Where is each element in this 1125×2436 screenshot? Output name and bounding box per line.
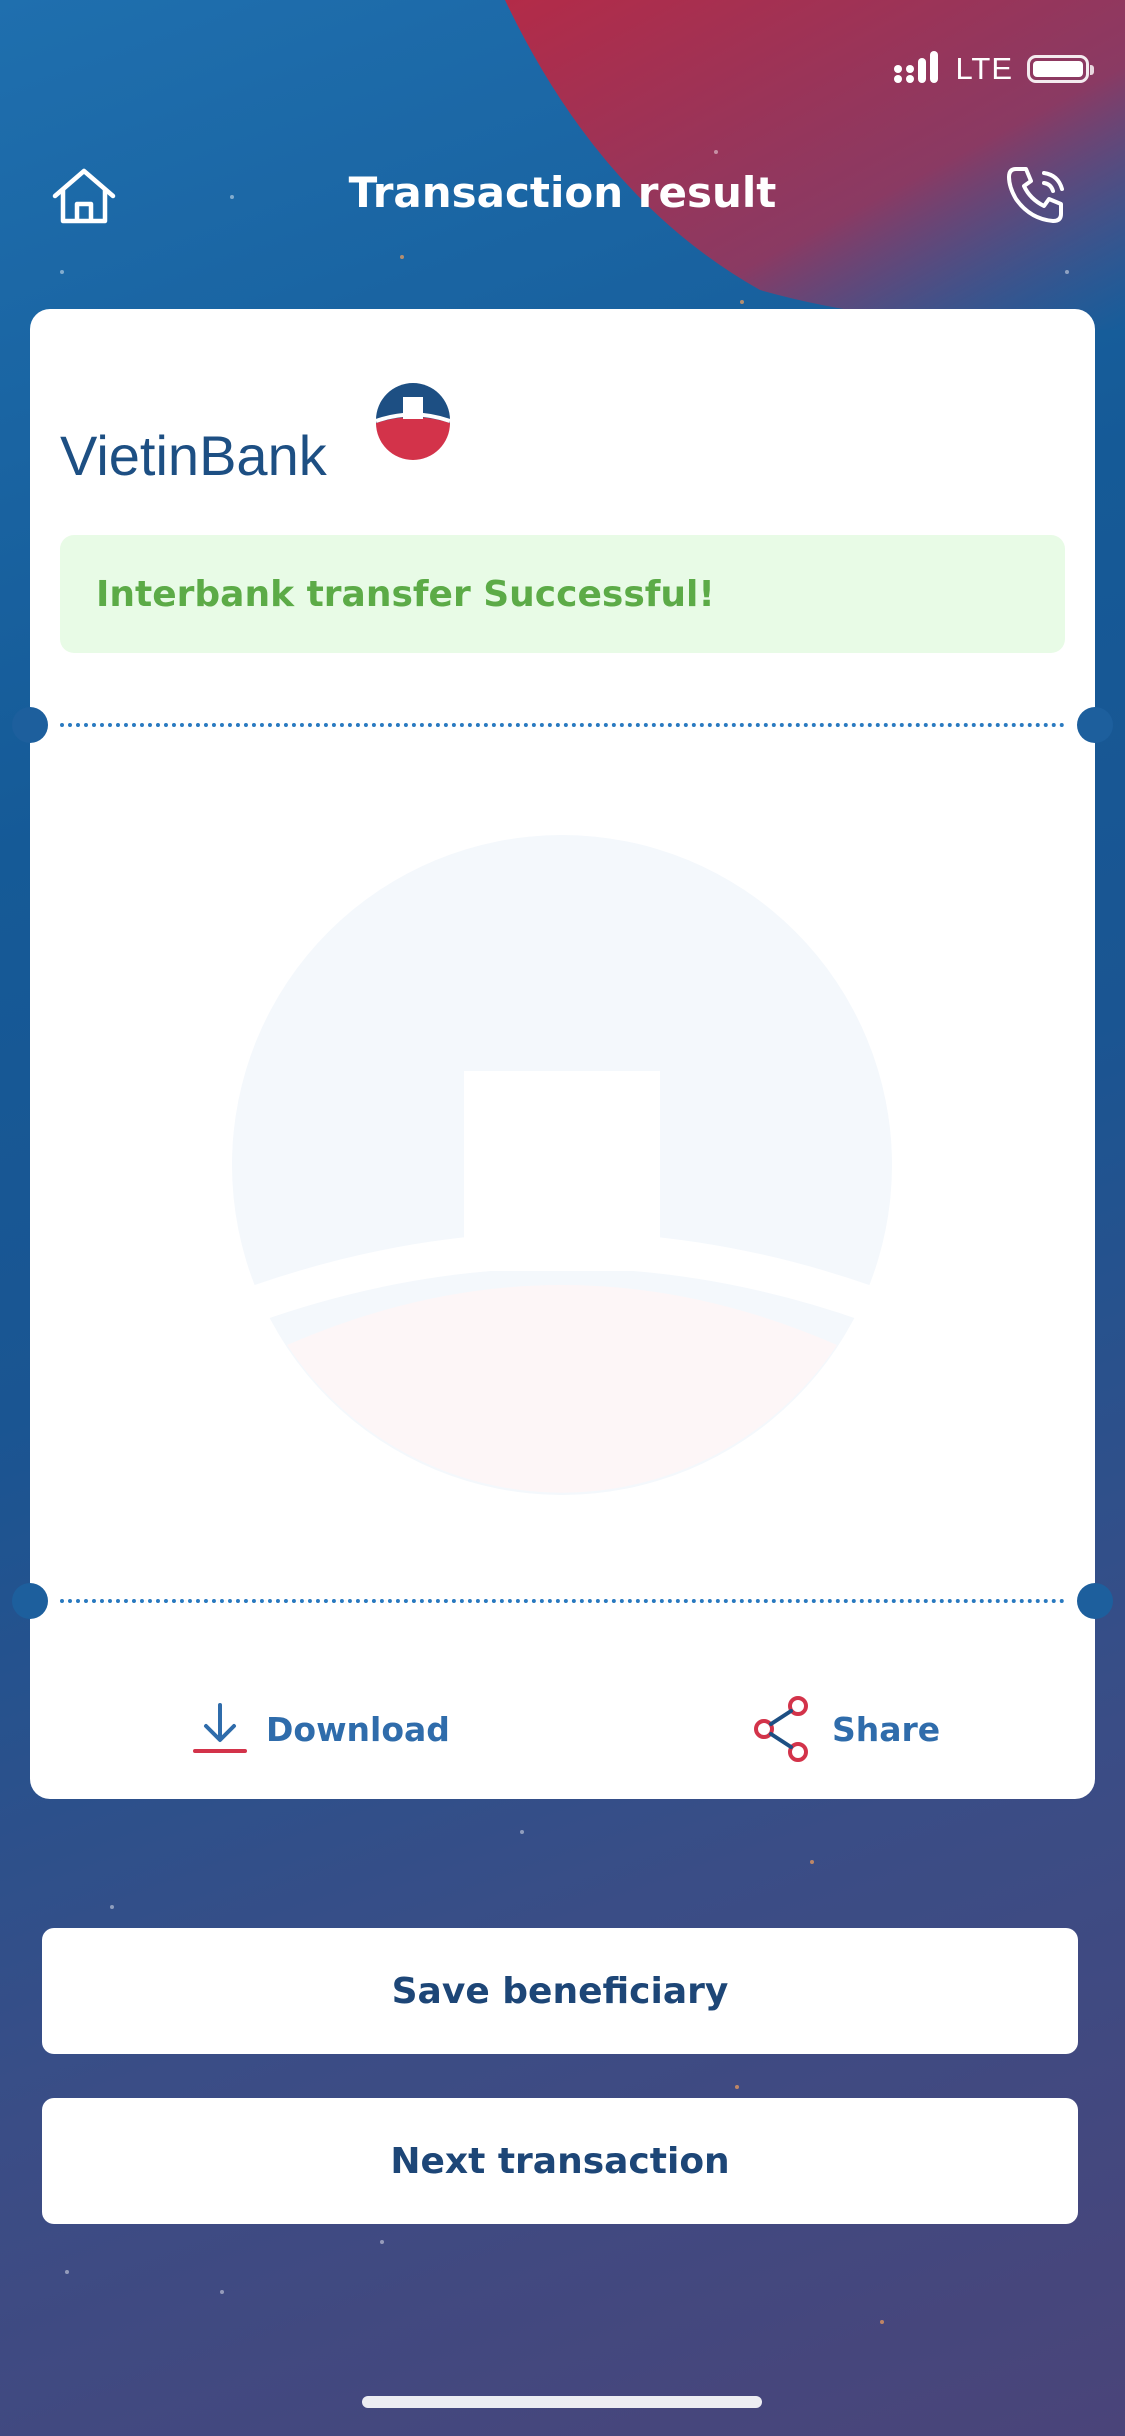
home-indicator: [362, 2396, 762, 2408]
logo-watermark: [232, 835, 892, 1495]
signal-icon: [893, 50, 941, 88]
call-button[interactable]: [999, 160, 1079, 232]
share-icon: [754, 1696, 808, 1762]
share-label: Share: [832, 1709, 941, 1749]
divider-bottom: [12, 1583, 1113, 1619]
result-card: VietinBank Interbank transfer Successful…: [12, 309, 1113, 1799]
logo-text: VietinBank: [60, 424, 328, 483]
share-button[interactable]: Share: [754, 1689, 940, 1769]
battery-icon: [1027, 55, 1094, 83]
status-bar: LTE: [893, 48, 1094, 90]
download-button[interactable]: Download: [192, 1689, 450, 1769]
receipt-actions: Download Share: [30, 1689, 1095, 1769]
phone-call-icon: [1007, 167, 1064, 223]
page-title: Transaction result: [348, 168, 777, 217]
network-type: LTE: [955, 51, 1013, 86]
success-message: Interbank transfer Successful!: [96, 573, 715, 615]
header: Transaction result: [0, 160, 1125, 232]
success-banner: Interbank transfer Successful!: [60, 535, 1065, 653]
download-icon: [193, 1703, 247, 1753]
next-transaction-button[interactable]: Next transaction: [42, 2098, 1078, 2224]
download-label: Download: [266, 1709, 450, 1749]
vietinbank-logo: VietinBank: [60, 383, 460, 487]
divider-top: [12, 707, 1113, 743]
save-beneficiary-button[interactable]: Save beneficiary: [42, 1928, 1078, 2054]
